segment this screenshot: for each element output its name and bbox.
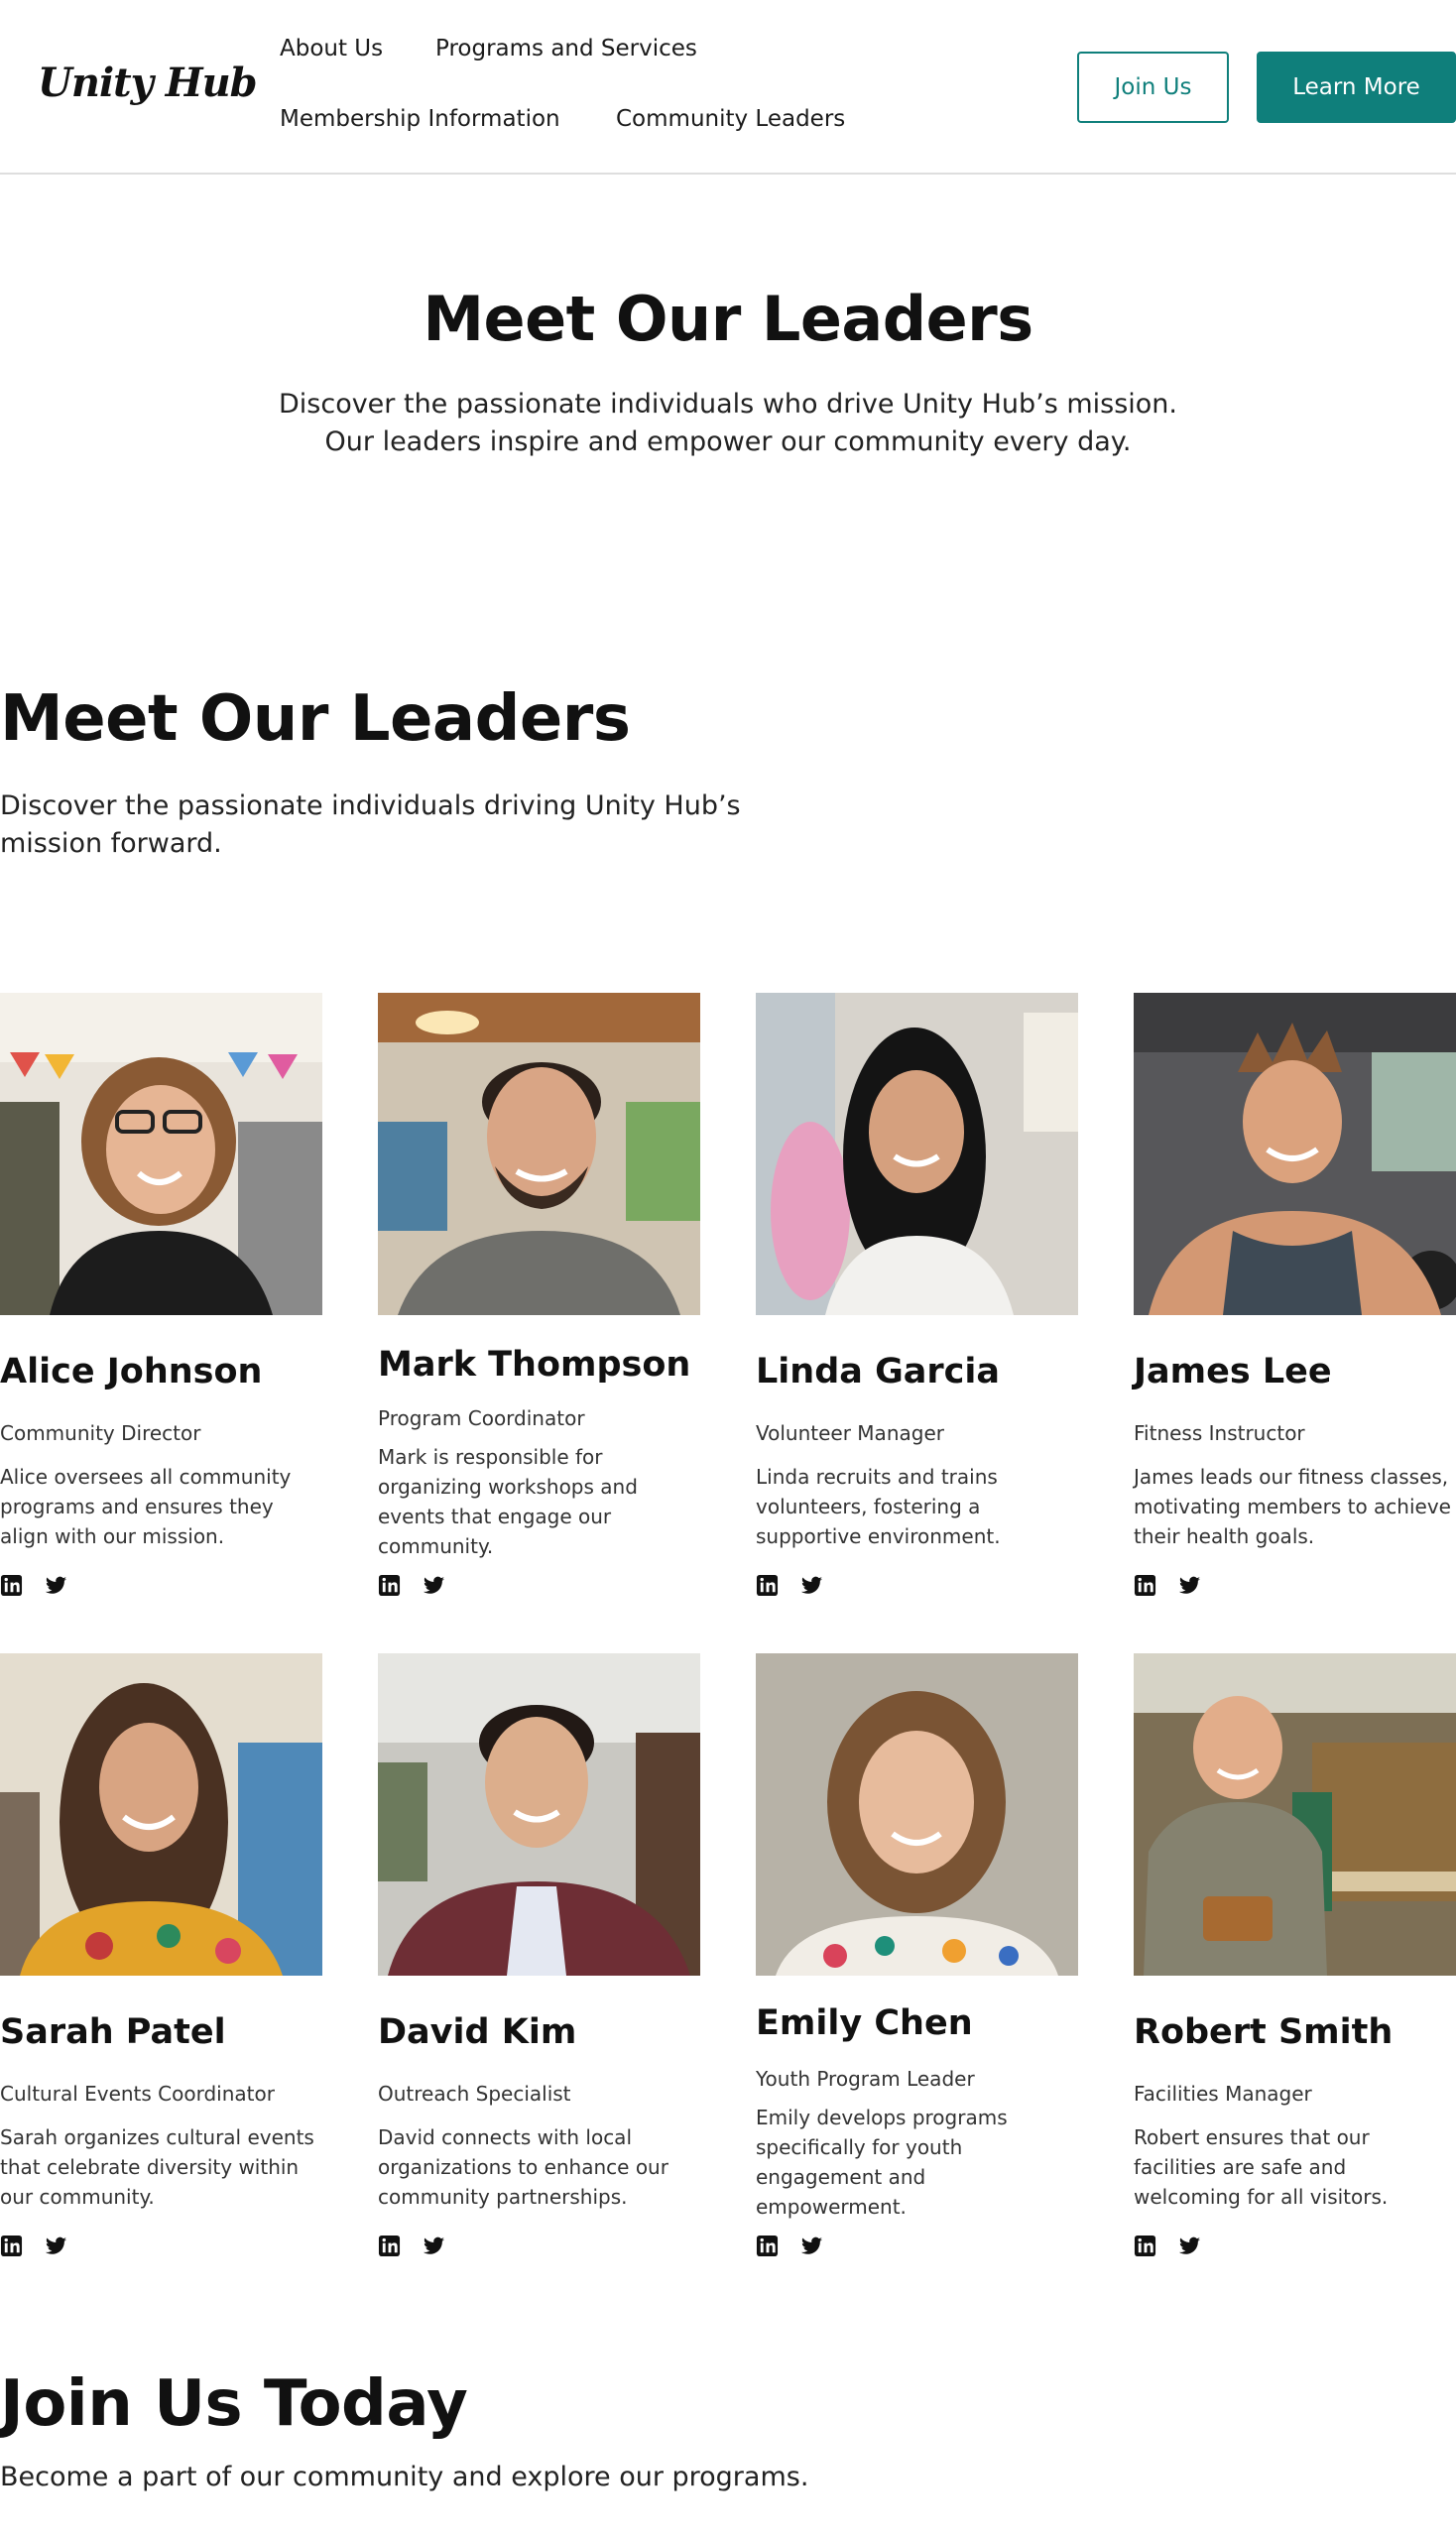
hero-subtitle-line1: Discover the passionate individuals who …	[278, 389, 1178, 420]
leader-description: Linda recruits and trains volunteers, fo…	[756, 1465, 1001, 1548]
nav-community-leaders[interactable]: Community Leaders	[616, 106, 845, 132]
twitter-icon[interactable]	[45, 2235, 67, 2257]
leader-name: Linda Garcia	[756, 1352, 1001, 1391]
leader-socials	[1134, 2235, 1201, 2257]
leader-photo	[378, 1653, 700, 1976]
leader-description: David connects with local organizations …	[378, 2125, 668, 2209]
linkedin-icon[interactable]	[756, 1574, 779, 1597]
leader-name: Emily Chen	[756, 2003, 973, 2043]
twitter-icon[interactable]	[800, 2235, 823, 2257]
leader-photo	[756, 1653, 1078, 1976]
leader-role: Facilities Manager	[1134, 2082, 1312, 2106]
site-header: Unity Hub About Us Programs and Services…	[0, 0, 1456, 175]
leader-photo	[1134, 993, 1456, 1315]
leaders-section-subtitle: Discover the passionate individuals driv…	[0, 790, 741, 859]
nav-programs-services[interactable]: Programs and Services	[435, 36, 697, 61]
twitter-icon[interactable]	[1178, 1574, 1201, 1597]
leader-role: Volunteer Manager	[756, 1421, 944, 1445]
linkedin-icon[interactable]	[1134, 1574, 1156, 1597]
leader-description: Alice oversees all community programs an…	[0, 1465, 292, 1548]
nav-membership-information[interactable]: Membership Information	[280, 106, 560, 132]
leader-photo	[756, 993, 1078, 1315]
linkedin-icon[interactable]	[0, 2235, 23, 2257]
twitter-icon[interactable]	[800, 1574, 823, 1597]
twitter-icon[interactable]	[1178, 2235, 1201, 2257]
leader-name: Robert Smith	[1134, 2012, 1394, 2052]
leader-socials	[756, 1574, 823, 1597]
hero-subtitle-line2: Our leaders inspire and empower our comm…	[324, 426, 1132, 457]
leader-photo	[0, 1653, 322, 1976]
site-logo[interactable]: Unity Hub	[38, 60, 258, 106]
leader-role: Community Director	[0, 1421, 201, 1445]
leader-photo	[0, 993, 322, 1315]
leader-socials	[1134, 1574, 1201, 1597]
leaders-section-title: Meet Our Leaders	[0, 682, 631, 756]
leader-photo	[378, 993, 700, 1315]
leader-photo	[1134, 1653, 1456, 1976]
leader-role: Outreach Specialist	[378, 2082, 571, 2106]
leader-socials	[756, 2235, 823, 2257]
leader-description: Sarah organizes cultural events that cel…	[0, 2125, 314, 2209]
linkedin-icon[interactable]	[378, 2235, 401, 2257]
leader-name: James Lee	[1134, 1352, 1332, 1391]
twitter-icon[interactable]	[423, 2235, 445, 2257]
leader-description: Emily develops programs specifically for…	[756, 2106, 1008, 2219]
twitter-icon[interactable]	[423, 1574, 445, 1597]
leader-description: Mark is responsible for organizing works…	[378, 1445, 638, 1558]
leader-role: Program Coordinator	[378, 1406, 585, 1430]
leader-role: Cultural Events Coordinator	[0, 2082, 275, 2106]
leader-name: Sarah Patel	[0, 2012, 226, 2052]
leader-socials	[378, 1574, 445, 1597]
leader-name: Alice Johnson	[0, 1352, 263, 1391]
leader-description: James leads our fitness classes, motivat…	[1134, 1465, 1451, 1548]
leader-socials	[378, 2235, 445, 2257]
learn-more-button[interactable]: Learn More	[1257, 52, 1456, 123]
join-section-subtitle: Become a part of our community and explo…	[0, 2462, 809, 2492]
join-section-title: Join Us Today	[0, 2367, 468, 2441]
linkedin-icon[interactable]	[756, 2235, 779, 2257]
leader-name: David Kim	[378, 2012, 577, 2052]
hero-title: Meet Our Leaders	[423, 283, 1033, 355]
leader-description: Robert ensures that our facilities are s…	[1134, 2125, 1389, 2209]
join-us-button[interactable]: Join Us	[1077, 52, 1229, 123]
leader-name: Mark Thompson	[378, 1345, 691, 1385]
linkedin-icon[interactable]	[1134, 2235, 1156, 2257]
twitter-icon[interactable]	[45, 1574, 67, 1597]
nav-about-us[interactable]: About Us	[280, 36, 383, 61]
leader-role: Fitness Instructor	[1134, 1421, 1305, 1445]
leader-socials	[0, 1574, 67, 1597]
linkedin-icon[interactable]	[0, 1574, 23, 1597]
leader-role: Youth Program Leader	[756, 2067, 975, 2091]
linkedin-icon[interactable]	[378, 1574, 401, 1597]
leader-socials	[0, 2235, 67, 2257]
